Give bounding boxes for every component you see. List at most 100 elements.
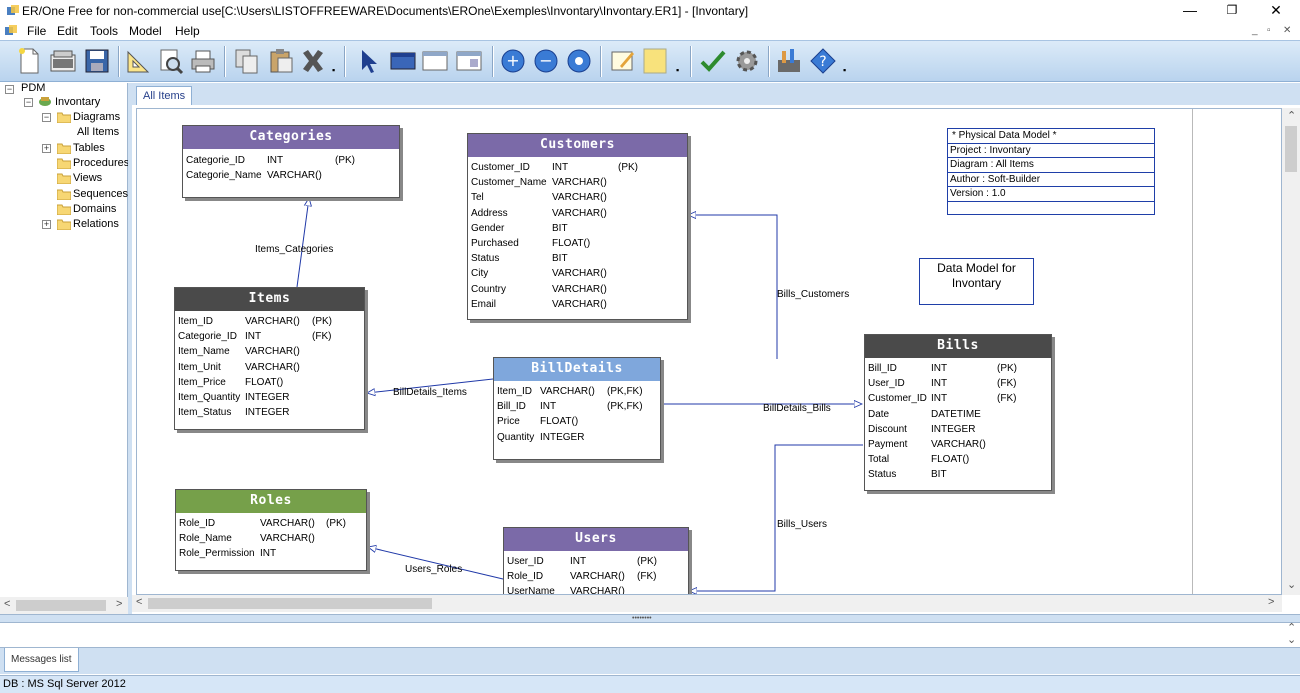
- table-row: Role_ID VARCHAR() (FK): [504, 570, 688, 585]
- menu-tools[interactable]: Tools: [90, 24, 118, 38]
- tree-item-invontary[interactable]: Invontary: [55, 96, 100, 108]
- collapse-diagrams-icon[interactable]: −: [42, 113, 51, 122]
- entity-users[interactable]: Users User_ID INT (PK) Role_ID VARCHAR() (FK)…: [503, 527, 689, 594]
- scroll-right-icon[interactable]: >: [1268, 596, 1274, 608]
- relation-label[interactable]: Items_Categories: [255, 244, 333, 255]
- tree-item-procedures[interactable]: Procedures: [73, 157, 129, 169]
- close-button[interactable]: ✕: [1256, 0, 1296, 22]
- print-icon[interactable]: [188, 46, 218, 76]
- entity-bills[interactable]: Bills Bill_ID INT (PK) User_ID INT (FK) Custom…: [864, 334, 1052, 491]
- menu-model[interactable]: Model: [129, 24, 162, 38]
- column-name: Item_ID: [178, 316, 214, 327]
- scroll-up-icon[interactable]: ⌃: [1287, 109, 1296, 122]
- tree-item-diagrams[interactable]: Diagrams: [73, 111, 120, 123]
- horizontal-scroll-thumb[interactable]: [148, 598, 432, 609]
- table-icon[interactable]: [388, 46, 418, 76]
- panel-splitter[interactable]: [128, 83, 132, 614]
- table-row: Bill_ID INT (PK): [865, 362, 1051, 377]
- tab-all-items[interactable]: All Items: [136, 86, 193, 105]
- menu-file[interactable]: File: [27, 24, 46, 38]
- grip-icon[interactable]: ••••••••: [632, 615, 652, 622]
- delete-icon[interactable]: [298, 46, 328, 76]
- window-icon[interactable]: [454, 46, 484, 76]
- canvas-vertical-scrollbar[interactable]: ⌃ ⌄: [1282, 108, 1300, 595]
- gear-icon[interactable]: [732, 46, 762, 76]
- messages-tab-bar: Messages list: [0, 648, 1300, 674]
- document-icon[interactable]: [4, 24, 18, 38]
- zoom-in-icon[interactable]: +: [498, 46, 528, 76]
- paste-icon[interactable]: [266, 46, 296, 76]
- page-dropdown-icon[interactable]: ▪: [676, 65, 679, 75]
- info-line: Project : Invontary: [948, 144, 1154, 158]
- tree-horizontal-scrollbar[interactable]: < >: [0, 597, 128, 614]
- tree-item-views[interactable]: Views: [73, 172, 102, 184]
- tree-item-pdm[interactable]: PDM: [21, 82, 45, 94]
- column-name: Customer_Name: [471, 177, 547, 189]
- restore-button[interactable]: ❐: [1212, 0, 1252, 22]
- tab-messages-list[interactable]: Messages list: [4, 648, 79, 672]
- entity-roles[interactable]: Roles Role_ID VARCHAR() (PK) Role_Name VARCH…: [175, 489, 367, 571]
- scroll-left-icon[interactable]: <: [136, 596, 142, 608]
- column-type: VARCHAR(): [245, 316, 300, 327]
- entity-customers[interactable]: Customers Customer_ID INT (PK) Customer_Nam…: [467, 133, 688, 320]
- collapse-project-icon[interactable]: −: [24, 98, 33, 107]
- note-box[interactable]: Data Model for Invontary: [919, 258, 1034, 305]
- table-row: Role_Permission INT: [176, 547, 366, 562]
- folder-icon: [57, 204, 71, 215]
- menu-edit[interactable]: Edit: [57, 24, 78, 38]
- column-name: Item_Price: [178, 376, 226, 388]
- scroll-left-icon[interactable]: <: [4, 598, 10, 610]
- tree-item-sequences[interactable]: Sequences: [73, 188, 128, 200]
- entity-categories[interactable]: Categories Categorie_ID INT (PK) Categorie…: [182, 125, 400, 198]
- mdi-minimize-button[interactable]: _: [1252, 25, 1258, 36]
- entity-billdetails[interactable]: BillDetails Item_ID VARCHAR() (PK,FK) Bill_…: [493, 357, 661, 460]
- zoom-out-icon[interactable]: −: [531, 46, 561, 76]
- relation-label[interactable]: Users_Roles: [405, 564, 462, 575]
- collapse-pdm-icon[interactable]: −: [5, 85, 14, 94]
- minimize-button[interactable]: —: [1170, 0, 1210, 22]
- tree-item-relations[interactable]: Relations: [73, 218, 119, 230]
- copy-icon[interactable]: [232, 46, 262, 76]
- mdi-close-button[interactable]: ✕: [1283, 25, 1291, 36]
- check-icon[interactable]: [698, 46, 728, 76]
- diagram-canvas[interactable]: Categories Categorie_ID INT (PK) Categorie…: [136, 108, 1282, 595]
- help-dropdown-icon[interactable]: ▪: [843, 65, 846, 75]
- zoom-fit-icon[interactable]: [564, 46, 594, 76]
- column-type: VARCHAR(): [552, 268, 607, 280]
- canvas-horizontal-scrollbar[interactable]: < >: [132, 595, 1282, 612]
- column-name: Price: [497, 416, 520, 428]
- open-icon[interactable]: [48, 46, 78, 76]
- save-icon[interactable]: [82, 46, 112, 76]
- expand-relations-icon[interactable]: +: [42, 220, 51, 229]
- column-name: Tel: [471, 192, 484, 204]
- help-icon[interactable]: ?: [808, 46, 838, 76]
- tools-icon[interactable]: [774, 46, 804, 76]
- scroll-down-icon[interactable]: ⌄: [1287, 578, 1296, 591]
- tree-item-domains[interactable]: Domains: [73, 203, 116, 215]
- relation-label[interactable]: Bills_Customers: [777, 289, 849, 300]
- menu-help[interactable]: Help: [175, 24, 200, 38]
- ruler-icon[interactable]: [124, 46, 154, 76]
- column-type: INTEGER: [931, 423, 976, 435]
- vertical-scroll-thumb[interactable]: [1285, 126, 1297, 172]
- expand-tables-icon[interactable]: +: [42, 144, 51, 153]
- note-icon[interactable]: [608, 46, 638, 76]
- page-icon[interactable]: [640, 46, 670, 76]
- relation-label[interactable]: BillDetails_Bills: [763, 403, 831, 414]
- pointer-icon[interactable]: [354, 46, 384, 76]
- tree-item-tables[interactable]: Tables: [73, 142, 105, 154]
- relation-label[interactable]: Bills_Users: [777, 519, 827, 530]
- scroll-right-icon[interactable]: >: [116, 598, 122, 610]
- tree-scroll-thumb[interactable]: [16, 600, 106, 611]
- model-info-box[interactable]: * Physical Data Model * Project : Invont…: [947, 128, 1155, 215]
- print-preview-icon[interactable]: [156, 46, 186, 76]
- delete-dropdown-icon[interactable]: ▪: [332, 65, 335, 75]
- messages-splitter[interactable]: ••••••••: [0, 614, 1300, 622]
- mdi-restore-button[interactable]: ▫: [1267, 25, 1271, 36]
- scroll-down-icon[interactable]: ⌄: [1287, 633, 1296, 646]
- relation-label[interactable]: BillDetails_Items: [393, 387, 467, 398]
- tree-item-all-items[interactable]: All Items: [77, 126, 119, 138]
- view-icon[interactable]: [420, 46, 450, 76]
- new-file-icon[interactable]: [14, 46, 44, 76]
- entity-items[interactable]: Items Item_ID VARCHAR() (PK) Categorie_ID IN…: [174, 287, 365, 430]
